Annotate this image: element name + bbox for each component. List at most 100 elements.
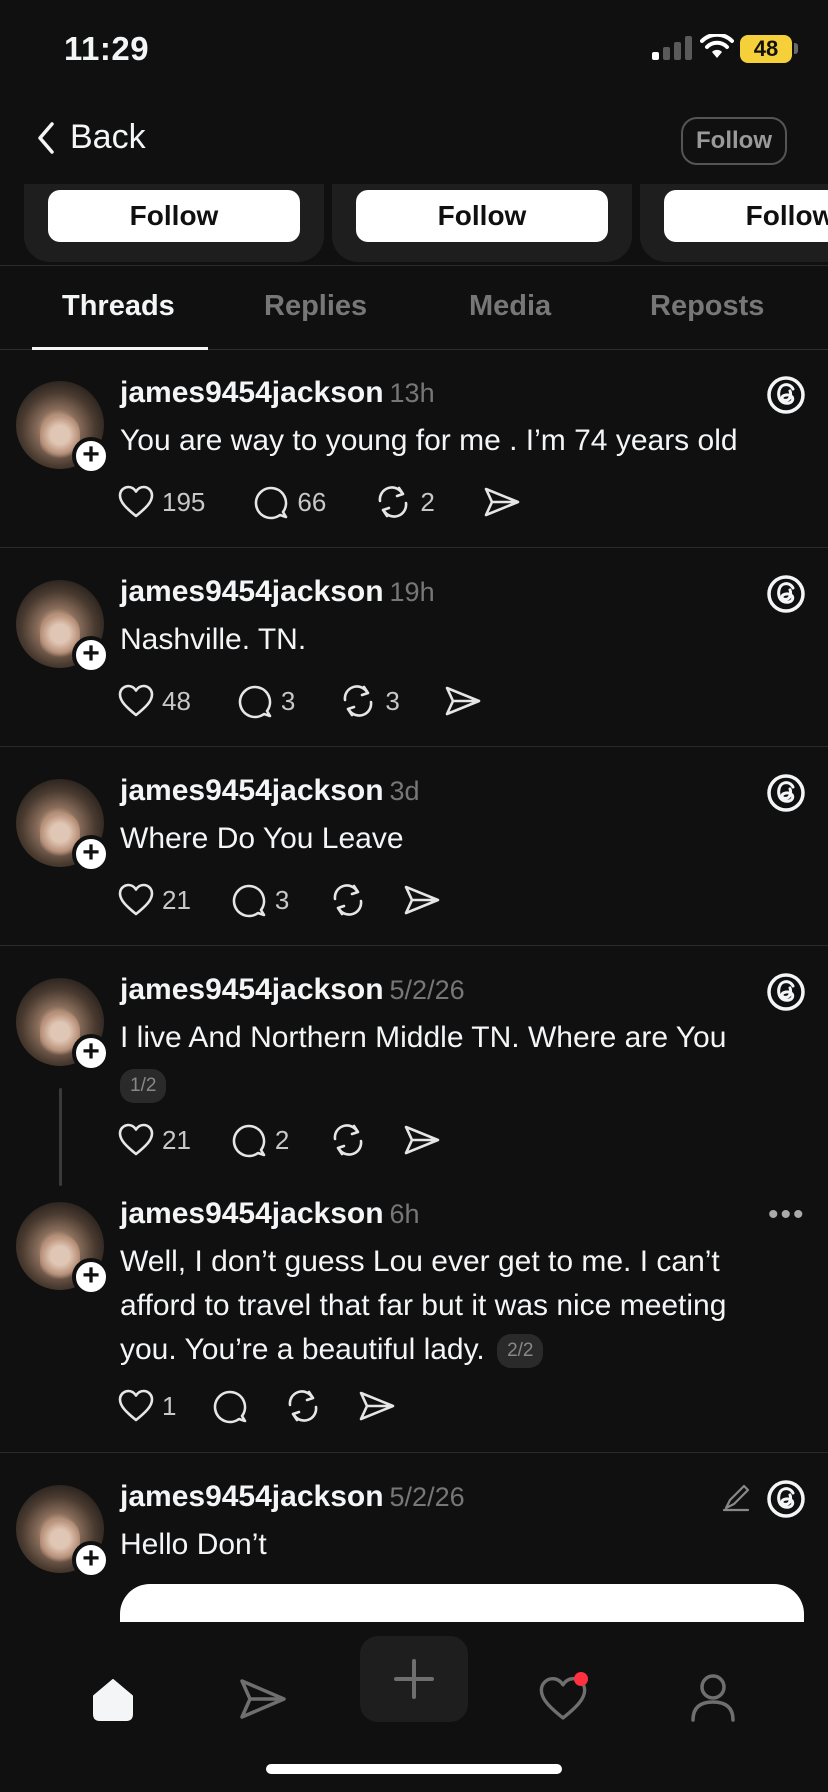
- card-follow-button[interactable]: Follow: [48, 190, 300, 242]
- tab-reposts[interactable]: Reposts: [650, 290, 764, 323]
- username[interactable]: james9454jackson: [120, 1197, 384, 1230]
- follow-plus-icon[interactable]: +: [72, 1034, 110, 1072]
- follow-button[interactable]: Follow: [681, 117, 787, 165]
- post-text-body: I live And Northern Middle TN. Where are…: [120, 1021, 727, 1054]
- suggested-profile-card[interactable]: Follow: [640, 184, 828, 262]
- repost-button[interactable]: [329, 882, 367, 918]
- send-icon[interactable]: [238, 1676, 288, 1722]
- send-icon: [444, 684, 482, 718]
- follow-plus-icon[interactable]: +: [72, 835, 110, 873]
- like-count: 21: [162, 1124, 191, 1155]
- status-time: 11:29: [64, 30, 150, 67]
- card-follow-button[interactable]: Follow: [356, 190, 608, 242]
- like-count: 1: [162, 1390, 177, 1421]
- like-button[interactable]: 1: [118, 1389, 176, 1423]
- follow-plus-icon[interactable]: +: [72, 437, 110, 475]
- repost-button[interactable]: 2: [374, 484, 435, 520]
- back-label: Back: [70, 118, 146, 156]
- suggested-profiles-strip: Follow Follow Follow: [0, 184, 828, 266]
- send-icon: [483, 485, 521, 519]
- post-header: james9454jackson 19h: [120, 575, 435, 609]
- username[interactable]: james9454jackson: [120, 376, 384, 409]
- heart-icon: [118, 1123, 154, 1157]
- post-text: Where Do You Leave: [120, 822, 404, 855]
- post-time: 6h: [389, 1199, 420, 1229]
- heart-icon: [118, 684, 154, 718]
- threads-logo-icon[interactable]: [766, 1479, 806, 1519]
- repost-button[interactable]: [284, 1388, 322, 1424]
- username[interactable]: james9454jackson: [120, 575, 384, 608]
- post-text: Well, I don’t guess Lou ever get to me. …: [120, 1240, 780, 1372]
- notification-dot: [574, 1672, 588, 1686]
- card-follow-button[interactable]: Follow: [664, 190, 828, 242]
- like-button[interactable]: 21: [118, 883, 191, 917]
- follow-plus-icon[interactable]: +: [72, 1258, 110, 1296]
- edit-icon[interactable]: [720, 1482, 752, 1514]
- repost-button[interactable]: 3: [339, 683, 400, 719]
- plus-icon: [394, 1659, 434, 1699]
- share-button[interactable]: [358, 1389, 396, 1423]
- home-icon[interactable]: [88, 1674, 138, 1724]
- reply-button[interactable]: 3: [231, 882, 289, 918]
- reply-count: 2: [274, 1124, 290, 1155]
- back-button[interactable]: Back: [36, 118, 146, 157]
- tab-media[interactable]: Media: [469, 290, 551, 323]
- threads-logo-icon[interactable]: [766, 972, 806, 1012]
- post-header: james9454jackson 13h: [120, 376, 435, 410]
- status-bar: 11:29 48: [0, 0, 828, 100]
- activity-button[interactable]: [538, 1672, 588, 1722]
- share-button[interactable]: [403, 883, 441, 917]
- follow-plus-icon[interactable]: +: [72, 636, 110, 674]
- post-text-body: Well, I don’t guess Lou ever get to me. …: [120, 1245, 727, 1366]
- post-divider: [0, 1452, 828, 1453]
- profile-icon[interactable]: [688, 1672, 738, 1724]
- threads-logo-icon[interactable]: [766, 773, 806, 813]
- username[interactable]: james9454jackson: [120, 1480, 384, 1513]
- profile-tabs: Threads Replies Media Reposts: [0, 266, 828, 350]
- comment-icon: [253, 484, 289, 520]
- repost-button[interactable]: [329, 1122, 367, 1158]
- reply-button[interactable]: 3: [237, 683, 295, 719]
- like-button[interactable]: 195: [118, 485, 205, 519]
- username[interactable]: james9454jackson: [120, 973, 384, 1006]
- reply-button[interactable]: 66: [253, 484, 326, 520]
- comment-icon: [231, 882, 267, 918]
- post-header: james9454jackson 6h: [120, 1197, 420, 1231]
- post-actions: 21 3: [118, 880, 441, 920]
- like-button[interactable]: 21: [118, 1123, 191, 1157]
- comment-icon: [231, 1122, 267, 1158]
- share-button[interactable]: [403, 1123, 441, 1157]
- threads-logo-icon[interactable]: [766, 574, 806, 614]
- suggested-profile-card[interactable]: Follow: [24, 184, 324, 262]
- like-button[interactable]: 48: [118, 684, 191, 718]
- heart-icon: [118, 883, 154, 917]
- thread-part-badge: 2/2: [497, 1334, 544, 1369]
- post-text: I live And Northern Middle TN. Where are…: [120, 1016, 800, 1104]
- repost-icon: [284, 1388, 322, 1424]
- repost-icon: [374, 484, 412, 520]
- post-actions: 1: [118, 1386, 396, 1426]
- share-button[interactable]: [483, 485, 521, 519]
- reply-button[interactable]: [212, 1388, 248, 1424]
- wifi-icon: [700, 34, 734, 58]
- create-post-button[interactable]: [360, 1636, 468, 1722]
- follow-plus-icon[interactable]: +: [72, 1541, 110, 1579]
- reply-count: 66: [297, 486, 327, 517]
- send-icon: [358, 1389, 396, 1423]
- repost-icon: [329, 1122, 367, 1158]
- home-indicator: [266, 1764, 562, 1774]
- tab-threads[interactable]: Threads: [62, 290, 175, 323]
- signal-icon: [652, 36, 692, 60]
- post-header: james9454jackson 3d: [120, 774, 420, 808]
- reply-button[interactable]: 2: [231, 1122, 289, 1158]
- reply-count: 3: [274, 884, 290, 915]
- share-button[interactable]: [444, 684, 482, 718]
- like-count: 21: [162, 884, 191, 915]
- username[interactable]: james9454jackson: [120, 774, 384, 807]
- comment-icon: [212, 1388, 248, 1424]
- more-icon[interactable]: •••: [768, 1198, 806, 1232]
- suggested-profile-card[interactable]: Follow: [332, 184, 632, 262]
- tab-replies[interactable]: Replies: [264, 290, 367, 323]
- repost-icon: [339, 683, 377, 719]
- threads-logo-icon[interactable]: [766, 375, 806, 415]
